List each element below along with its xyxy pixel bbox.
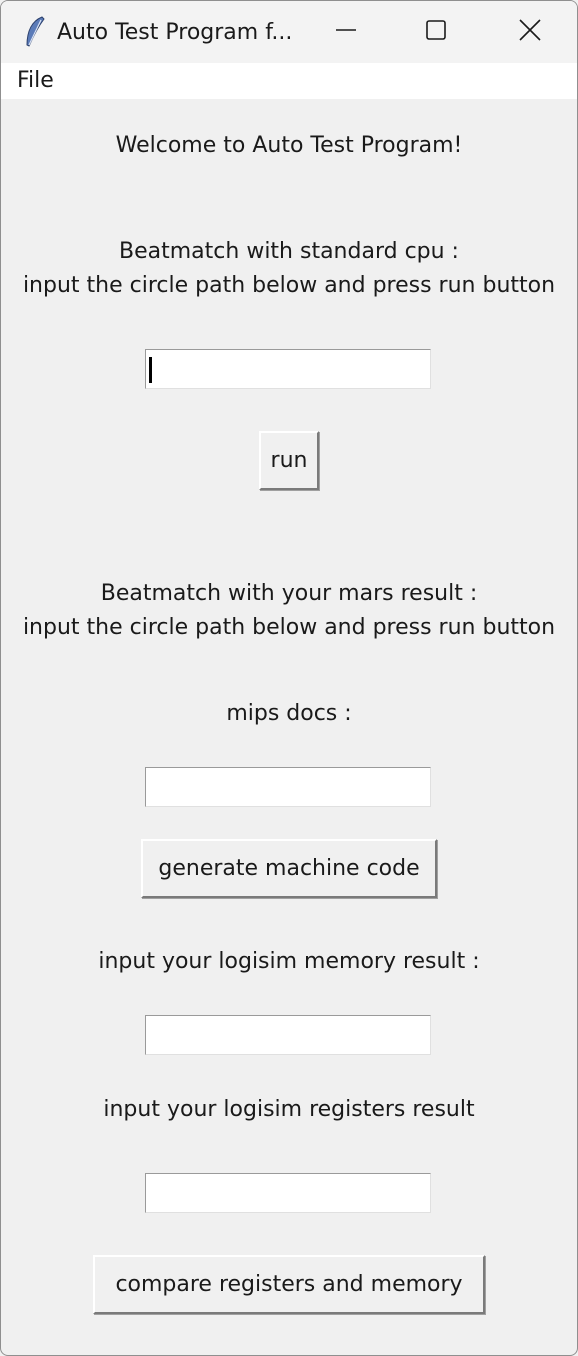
- text-caret: [149, 357, 152, 383]
- mips-docs-label: mips docs :: [226, 701, 352, 726]
- maximize-button[interactable]: [391, 1, 481, 63]
- app-window: Auto Test Program f... File Welcome to A…: [0, 0, 578, 1356]
- standard-cpu-heading: Beatmatch with standard cpu :: [119, 239, 459, 264]
- close-button[interactable]: [485, 1, 575, 63]
- compare-registers-memory-button[interactable]: compare registers and memory: [93, 1255, 485, 1314]
- registers-result-input[interactable]: [145, 1173, 431, 1213]
- mips-docs-input[interactable]: [145, 767, 431, 807]
- menu-file[interactable]: File: [17, 68, 54, 93]
- minimize-icon: [335, 19, 357, 45]
- mars-result-instructions: input the circle path below and press ru…: [22, 615, 556, 640]
- circle-path-input[interactable]: [145, 349, 431, 389]
- run-button[interactable]: run: [259, 431, 319, 490]
- maximize-icon: [425, 19, 447, 45]
- standard-cpu-instructions: input the circle path below and press ru…: [22, 273, 556, 298]
- memory-result-input[interactable]: [145, 1015, 431, 1055]
- close-icon: [518, 18, 542, 46]
- title-bar: Auto Test Program f...: [1, 1, 577, 63]
- registers-result-label: input your logisim registers result: [103, 1097, 475, 1122]
- menu-bar: File: [1, 63, 577, 99]
- feather-icon: [23, 15, 47, 49]
- window-title: Auto Test Program f...: [57, 20, 293, 45]
- memory-result-label: input your logisim memory result :: [98, 949, 480, 974]
- minimize-button[interactable]: [301, 1, 391, 63]
- generate-machine-code-button[interactable]: generate machine code: [141, 839, 437, 898]
- mars-result-heading: Beatmatch with your mars result :: [100, 581, 478, 606]
- welcome-label: Welcome to Auto Test Program!: [115, 133, 463, 158]
